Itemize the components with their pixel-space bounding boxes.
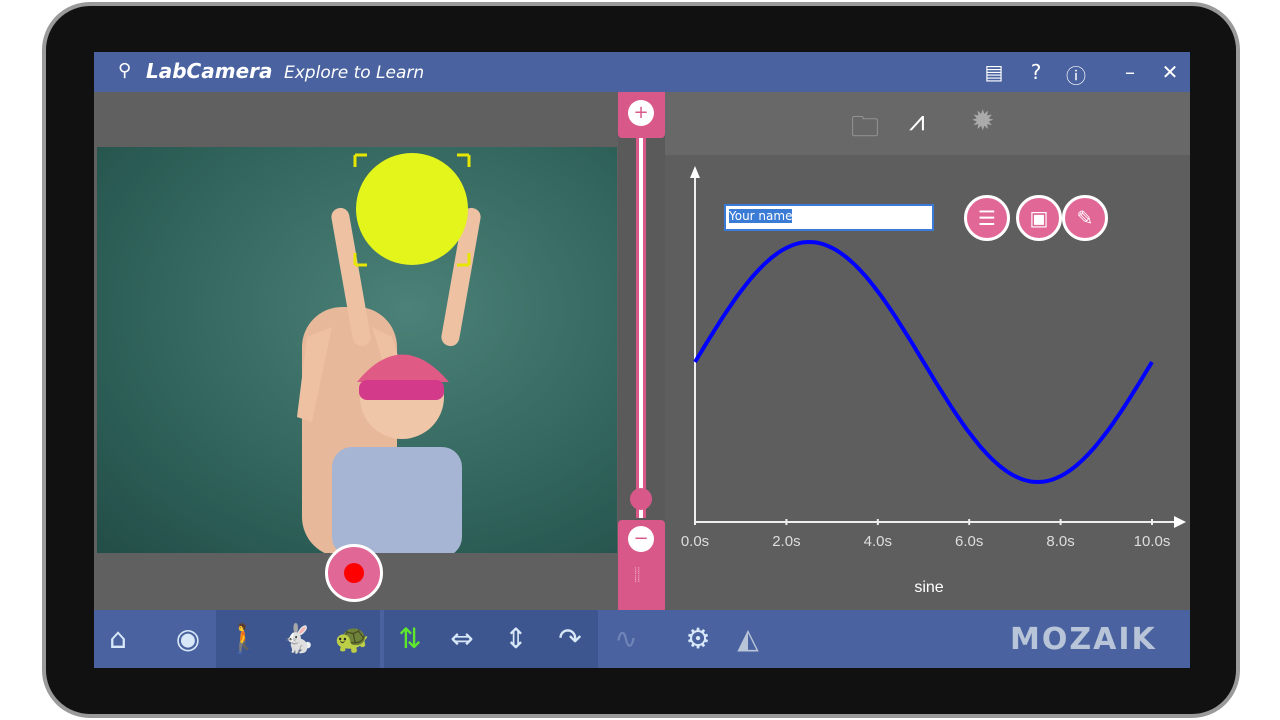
x-axis-arrow [1174,516,1186,528]
rabbit-icon[interactable]: 🐇 [278,622,318,655]
mirror-icon[interactable]: ◭ [728,622,768,655]
x-tick-label: 8.0s [1046,533,1074,550]
edit-button[interactable]: ✎ [1062,195,1108,241]
x-tick-label: 6.0s [955,533,983,550]
name-field-text: Your name [729,209,793,223]
webcam-icon[interactable]: ◉ [168,622,208,655]
x-tick-label: 2.0s [772,533,800,550]
x-tick-label: 4.0s [864,533,892,550]
vertical-arrows-icon[interactable]: ⇕ [496,622,536,655]
camera-settings-icon[interactable]: ⚙ [678,622,718,655]
rotate-icon[interactable]: ↷ [550,622,590,655]
name-field[interactable]: Your name [724,204,934,231]
horizontal-arrows-icon[interactable]: ⇔ [442,622,482,655]
app-window: ⚲ LabCamera Explore to Learn ▤ ? ⓘ – ✕ +… [94,52,1190,668]
list-button[interactable]: ☰ [964,195,1010,241]
save-icon: ▣ [1029,206,1049,230]
sine-series-line [693,239,1154,485]
walking-person-icon[interactable]: 🚶 [224,622,264,655]
mozaik-logo: MOZAIK [1010,622,1157,657]
x-axis-label: sine [914,579,943,596]
pencil-icon: ✎ [1076,206,1094,230]
sine-chart: 0.0s 2.0s 4.0s 6.0s 8.0s 10.0s sine [681,166,1186,596]
home-icon[interactable]: ⌂ [98,622,138,655]
list-icon: ☰ [978,206,996,230]
flip-icon[interactable]: ⇅ [390,622,430,655]
x-tick-label: 10.0s [1134,533,1171,550]
bottom-toolbar: ⌂ ◉ 🚶 🐇 🐢 ⇅ ⇔ ⇕ ↷ ∿ ⚙ ◭ MOZAIK [94,610,1190,668]
save-button[interactable]: ▣ [1016,195,1062,241]
turtle-icon[interactable]: 🐢 [332,622,372,655]
sine-wave-icon[interactable]: ∿ [606,622,646,655]
y-axis-arrow [690,166,700,178]
x-tick-label: 0.0s [681,533,709,550]
